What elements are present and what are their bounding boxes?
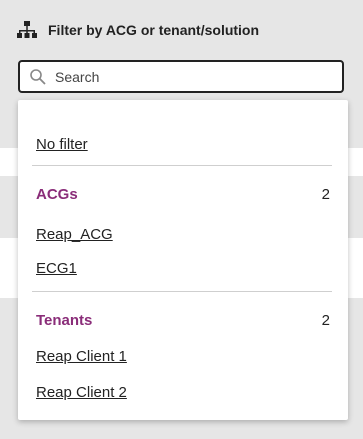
acgs-label: ACGs (36, 186, 78, 203)
filter-dropdown: No filter ACGs 2 Reap_ACG ECG1 Tenants 2… (18, 100, 348, 420)
filter-title: Filter by ACG or tenant/solution (48, 22, 260, 38)
acgs-section-header: ACGs 2 (36, 186, 330, 203)
hierarchy-icon (17, 21, 37, 38)
filter-header: Filter by ACG or tenant/solution (16, 18, 259, 42)
divider (32, 165, 332, 166)
search-box[interactable] (18, 60, 344, 93)
acg-item[interactable]: Reap_ACG (36, 226, 113, 243)
acg-item[interactable]: ECG1 (36, 260, 77, 277)
search-icon (30, 68, 46, 85)
filter-panel: Filter by ACG or tenant/solution No filt… (0, 0, 363, 439)
acgs-count: 2 (321, 186, 330, 203)
tenant-item[interactable]: Reap Client 1 (36, 348, 127, 365)
tenants-label: Tenants (36, 312, 93, 329)
divider (32, 291, 332, 292)
tenants-count: 2 (321, 312, 330, 329)
search-input[interactable] (55, 68, 315, 85)
no-filter-link[interactable]: No filter (36, 136, 88, 153)
tenant-item[interactable]: Reap Client 2 (36, 384, 127, 401)
tenants-section-header: Tenants 2 (36, 312, 330, 329)
